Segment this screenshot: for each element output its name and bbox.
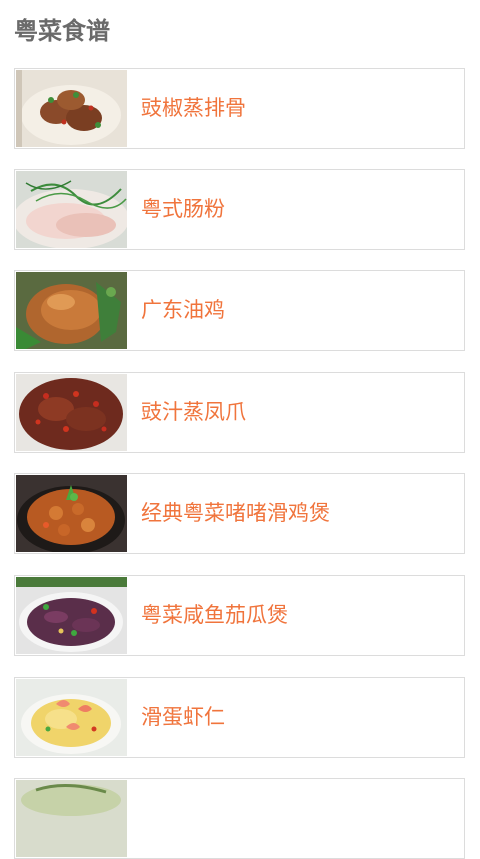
recipe-name: 豉汁蒸凤爪: [141, 400, 246, 424]
app-header: 粤菜食谱: [0, 0, 480, 62]
recipe-name: 豉椒蒸排骨: [141, 96, 246, 120]
recipe-thumbnail: [16, 272, 127, 349]
recipe-card-3[interactable]: 豉汁蒸凤爪: [14, 372, 465, 453]
page-title: 粤菜食谱: [14, 17, 110, 45]
recipe-thumbnail: [16, 577, 127, 654]
recipe-card-7[interactable]: [14, 778, 465, 859]
recipe-name: 粤菜咸鱼茄瓜煲: [141, 603, 288, 627]
recipe-card-4[interactable]: 经典粤菜啫啫滑鸡煲: [14, 473, 465, 554]
recipe-thumbnail: [16, 70, 127, 147]
recipe-name: 滑蛋虾仁: [141, 705, 225, 729]
recipe-thumbnail: [16, 780, 127, 857]
recipe-card-5[interactable]: 粤菜咸鱼茄瓜煲: [14, 575, 465, 656]
recipe-card-1[interactable]: 粤式肠粉: [14, 169, 465, 250]
recipe-thumbnail: [16, 171, 127, 248]
recipe-card-0[interactable]: 豉椒蒸排骨: [14, 68, 465, 149]
recipe-name: 经典粤菜啫啫滑鸡煲: [141, 501, 330, 525]
recipe-name: 广东油鸡: [141, 298, 225, 322]
recipe-name: 粤式肠粉: [141, 197, 225, 221]
recipe-card-2[interactable]: 广东油鸡: [14, 270, 465, 351]
recipe-thumbnail: [16, 475, 127, 552]
recipe-thumbnail: [16, 679, 127, 756]
recipe-card-6[interactable]: 滑蛋虾仁: [14, 677, 465, 758]
recipe-thumbnail: [16, 374, 127, 451]
